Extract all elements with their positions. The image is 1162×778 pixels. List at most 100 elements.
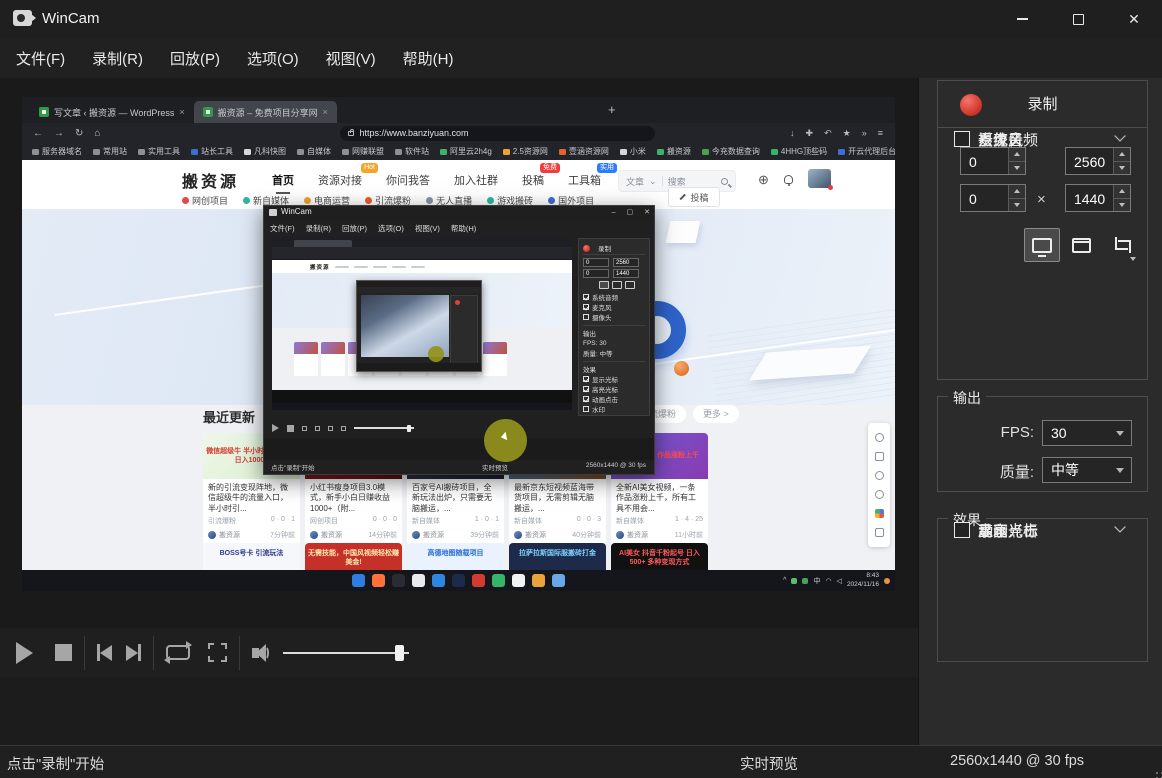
fullscreen-icon[interactable]	[341, 426, 346, 431]
skip-to-start-button[interactable]	[97, 644, 112, 661]
skip-start-icon[interactable]	[302, 426, 307, 431]
menu-item[interactable]: 选项(O)	[247, 48, 299, 69]
clock[interactable]: 8:43 2024/11/16	[847, 572, 879, 588]
loop-icon[interactable]	[328, 426, 333, 431]
stepper-down-icon[interactable]	[1114, 198, 1130, 212]
browser-action-icon[interactable]: ≡	[878, 128, 883, 139]
card-tag[interactable]: 新自媒体	[412, 516, 440, 526]
browser-action-icon[interactable]: ↶	[824, 128, 832, 139]
region-height-input[interactable]: 1440	[613, 269, 639, 278]
source-toggle[interactable]: 麦克风	[583, 302, 645, 312]
chevron-down-icon[interactable]	[1114, 130, 1125, 141]
effect-toggle[interactable]: 高亮光标	[583, 384, 645, 394]
submit-post-button[interactable]: 投稿	[668, 187, 720, 207]
browser-tab[interactable]: 写文章 ‹ 搬资源 — WordPress ×	[30, 101, 194, 123]
stop-icon[interactable]	[287, 425, 294, 432]
checkbox[interactable]	[583, 314, 589, 320]
browser-action-icon[interactable]: »	[862, 128, 867, 139]
notification-bell-icon[interactable]	[884, 578, 890, 584]
menu-item[interactable]: 录制(R)	[92, 48, 143, 69]
play-button[interactable]	[16, 642, 33, 664]
tray-chevron-icon[interactable]: ^	[783, 577, 786, 584]
home-icon[interactable]: ⌂	[94, 128, 100, 139]
gift-icon[interactable]	[875, 452, 884, 461]
bookmark-item[interactable]: 2.5资源网	[503, 146, 548, 157]
resize-grip[interactable]	[1156, 772, 1158, 774]
volume-icon[interactable]: ◁	[837, 577, 842, 585]
checkbox[interactable]	[954, 131, 970, 147]
new-tab-button[interactable]: +	[608, 102, 616, 117]
window-mode-icon[interactable]	[612, 281, 622, 289]
menu-item[interactable]: 帮助(H)	[403, 48, 454, 69]
apps-grid-icon[interactable]	[875, 509, 884, 518]
volume-slider[interactable]	[354, 427, 414, 429]
menu-item[interactable]: 回放(P)	[342, 223, 367, 234]
taskbar-app-icon[interactable]	[432, 574, 445, 587]
menu-item[interactable]: 回放(P)	[170, 48, 220, 69]
capture-window-button[interactable]	[1063, 228, 1099, 262]
volume-slider-thumb[interactable]	[395, 645, 404, 661]
bell-icon[interactable]	[784, 175, 793, 184]
browser-action-icon[interactable]: ✚	[806, 128, 814, 139]
quality-select[interactable]: 质量: 中等	[583, 348, 645, 358]
effect-toggle[interactable]: 动画点击	[583, 394, 645, 404]
menu-item[interactable]: 文件(F)	[16, 48, 65, 69]
menu-item[interactable]: 视图(V)	[326, 48, 376, 69]
region-y-stepper[interactable]: 0	[960, 184, 1026, 212]
bookmark-item[interactable]: 今充数据查询	[702, 146, 760, 157]
address-bar[interactable]: https://www.banziyuan.com	[340, 126, 655, 141]
tray-app-icon[interactable]	[802, 578, 808, 584]
taskbar-app-icon[interactable]	[512, 574, 525, 587]
card-tag[interactable]: 新自媒体	[616, 516, 644, 526]
taskbar-app-icon[interactable]	[392, 574, 405, 587]
source-toggle-row[interactable]: 摄像头	[954, 128, 1134, 150]
taskbar-app-icon[interactable]	[552, 574, 565, 587]
user-avatar[interactable]	[808, 169, 831, 188]
headset-icon[interactable]	[875, 490, 884, 499]
filter-pill[interactable]: 更多 >	[693, 405, 739, 423]
source-toggle[interactable]: 系统音频	[583, 292, 645, 302]
region-height-stepper[interactable]: 1440	[1065, 184, 1131, 212]
stepper-down-icon[interactable]	[1009, 198, 1025, 212]
search-icon[interactable]	[875, 471, 884, 480]
site-nav-item[interactable]: 工具箱 实用	[568, 172, 601, 188]
effect-toggle[interactable]: 显示光标	[583, 374, 645, 384]
stepper-up-icon[interactable]	[1114, 185, 1130, 198]
reload-icon[interactable]: ↻	[75, 128, 83, 139]
browser-tab[interactable]: 搬资源 – 免费项目分享网 ×	[194, 101, 337, 123]
checkbox[interactable]	[954, 522, 970, 538]
bookmark-item[interactable]: 自媒体	[297, 146, 331, 157]
taskbar-app-icon[interactable]	[412, 574, 425, 587]
menu-item[interactable]: 选项(O)	[378, 223, 404, 234]
add-icon[interactable]: ⊕	[758, 172, 769, 188]
tray-app-icon[interactable]	[791, 578, 797, 584]
taskbar-app-icon[interactable]	[472, 574, 485, 587]
site-nav-item[interactable]: 加入社群	[454, 172, 498, 188]
input-language[interactable]: 中	[813, 576, 820, 586]
site-nav-item[interactable]: 资源对接 Hot	[318, 172, 362, 188]
bookmark-item[interactable]: 服务器域名	[32, 146, 82, 157]
site-nav-item[interactable]: 你问我答	[386, 172, 430, 188]
bookmark-item[interactable]: 常用站	[93, 146, 127, 157]
close-button[interactable]: ✕	[1106, 0, 1162, 38]
site-nav-item[interactable]: 首页	[272, 172, 294, 188]
card-tag[interactable]: 新自媒体	[514, 516, 542, 526]
tab-close-icon[interactable]: ×	[323, 107, 328, 117]
taskbar-app-icon[interactable]	[532, 574, 545, 587]
stepper-up-icon[interactable]	[1009, 185, 1025, 198]
checkbox[interactable]	[583, 406, 589, 412]
chevron-down-icon[interactable]	[1114, 521, 1125, 532]
checkbox[interactable]	[583, 386, 589, 392]
stop-button[interactable]	[55, 644, 72, 661]
taskbar-app-icon[interactable]	[492, 574, 505, 587]
site-nav-item[interactable]: 投稿 免费	[522, 172, 544, 188]
effect-toggle-row[interactable]: 水印	[954, 519, 1134, 541]
browser-action-icon[interactable]: ★	[843, 128, 851, 139]
skip-end-icon[interactable]	[315, 426, 320, 431]
card-tag[interactable]: 引流爆粉	[208, 516, 236, 526]
tab-close-icon[interactable]: ×	[179, 107, 184, 117]
maximize-button[interactable]	[1050, 0, 1106, 38]
record-label[interactable]: 录制	[598, 243, 611, 253]
loop-button[interactable]	[166, 645, 190, 660]
capture-screen-button[interactable]	[1024, 228, 1060, 262]
